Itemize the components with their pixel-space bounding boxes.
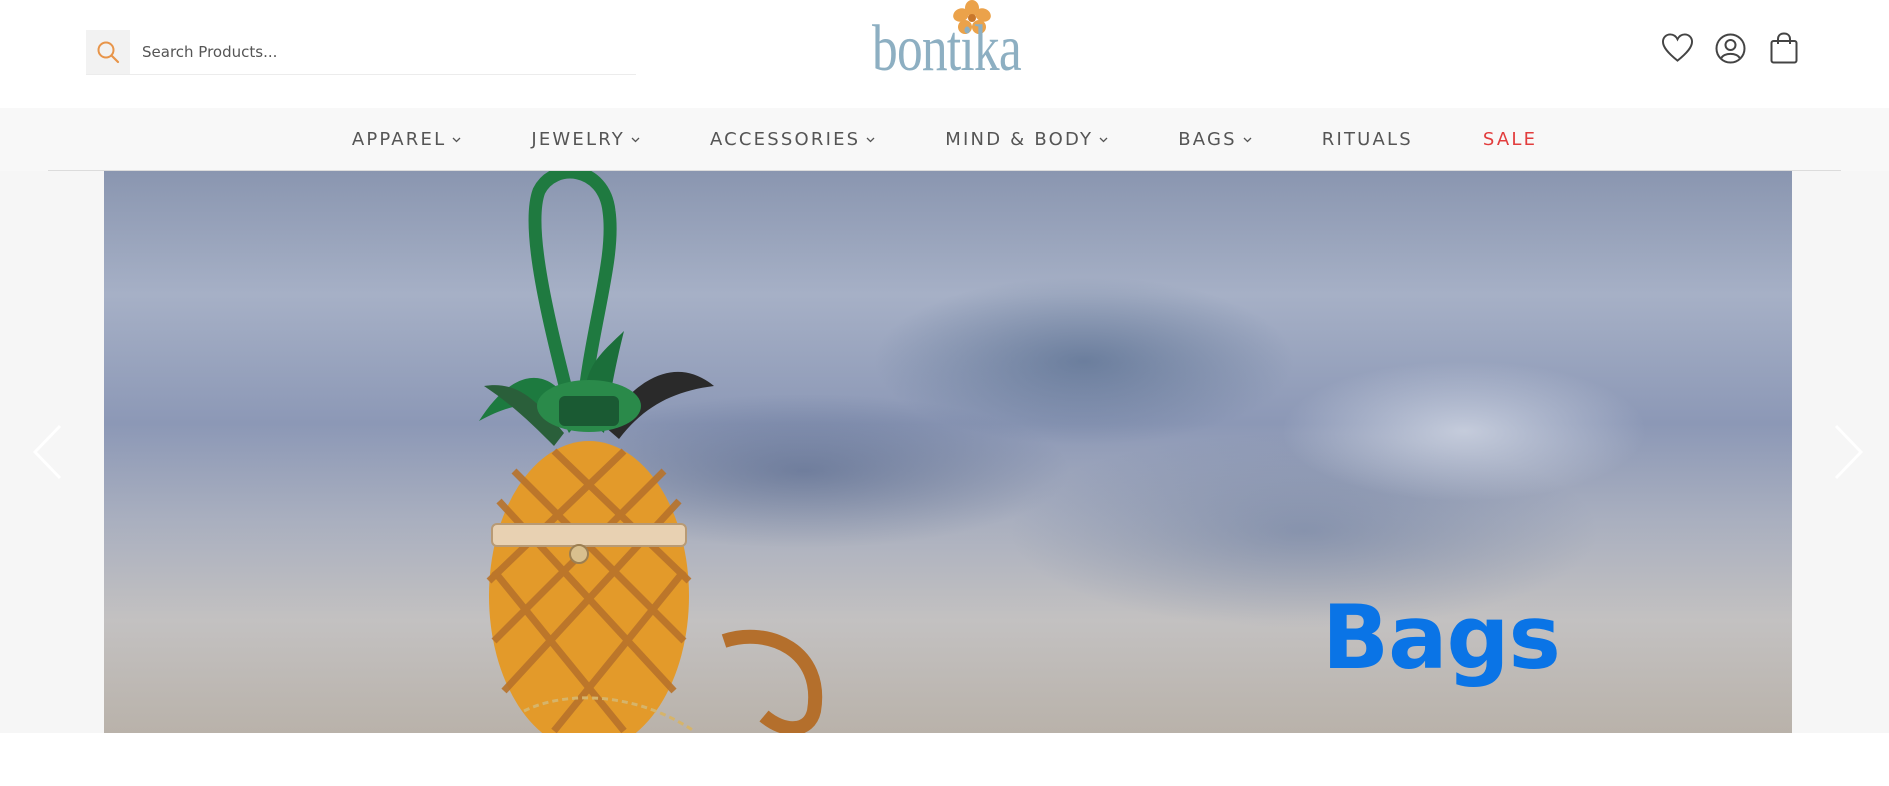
search-icon xyxy=(97,41,120,64)
nav-menu: APPAREL JEWELRY ACCESSORIES MIND & BODY … xyxy=(0,108,1889,171)
nav-item-apparel[interactable]: APPAREL xyxy=(352,129,462,150)
search-bar xyxy=(86,30,642,75)
search-input[interactable] xyxy=(130,30,642,74)
nav-item-label: SALE xyxy=(1482,129,1538,150)
chevron-left-icon xyxy=(32,424,62,480)
nav-item-jewelry[interactable]: JEWELRY xyxy=(531,129,640,150)
wishlist-button[interactable] xyxy=(1662,32,1693,64)
hero-title: Bags xyxy=(1322,586,1561,689)
cart-button[interactable] xyxy=(1768,32,1799,64)
hero-carousel: Bags xyxy=(0,171,1889,733)
nav-item-mind-body[interactable]: MIND & BODY xyxy=(945,129,1108,150)
user-icon xyxy=(1715,33,1746,63)
chevron-down-icon xyxy=(866,137,875,142)
pineapple-bag-image xyxy=(479,171,823,733)
chevron-down-icon xyxy=(452,137,461,142)
logo-wordmark: bontika xyxy=(872,12,1022,85)
nav-item-label: RITUALS xyxy=(1321,129,1413,150)
nav-item-label: MIND & BODY xyxy=(945,129,1094,150)
carousel-prev-button[interactable] xyxy=(30,423,66,481)
chevron-right-icon xyxy=(1834,424,1864,480)
account-button[interactable] xyxy=(1715,32,1746,64)
main-navigation: APPAREL JEWELRY ACCESSORIES MIND & BODY … xyxy=(0,108,1889,171)
nav-item-label: BAGS xyxy=(1178,129,1237,150)
chevron-down-icon xyxy=(1099,137,1108,142)
nav-item-label: APPAREL xyxy=(351,129,447,150)
hero-slide[interactable]: Bags xyxy=(104,171,1792,733)
carousel-next-button[interactable] xyxy=(1830,423,1866,481)
site-header: bontika xyxy=(0,0,1889,108)
site-logo[interactable]: bontika xyxy=(870,0,1025,98)
chevron-down-icon xyxy=(631,137,640,142)
nav-item-sale[interactable]: SALE xyxy=(1483,129,1537,150)
nav-item-label: JEWELRY xyxy=(531,129,625,150)
search-button[interactable] xyxy=(86,30,130,74)
chevron-down-icon xyxy=(1243,137,1252,142)
header-actions xyxy=(1662,32,1799,64)
heart-icon xyxy=(1662,33,1693,62)
nav-item-accessories[interactable]: ACCESSORIES xyxy=(710,129,875,150)
nav-item-rituals[interactable]: RITUALS xyxy=(1322,129,1413,150)
nav-item-bags[interactable]: BAGS xyxy=(1178,129,1252,150)
shopping-bag-icon xyxy=(1770,32,1797,64)
nav-item-label: ACCESSORIES xyxy=(709,129,861,150)
